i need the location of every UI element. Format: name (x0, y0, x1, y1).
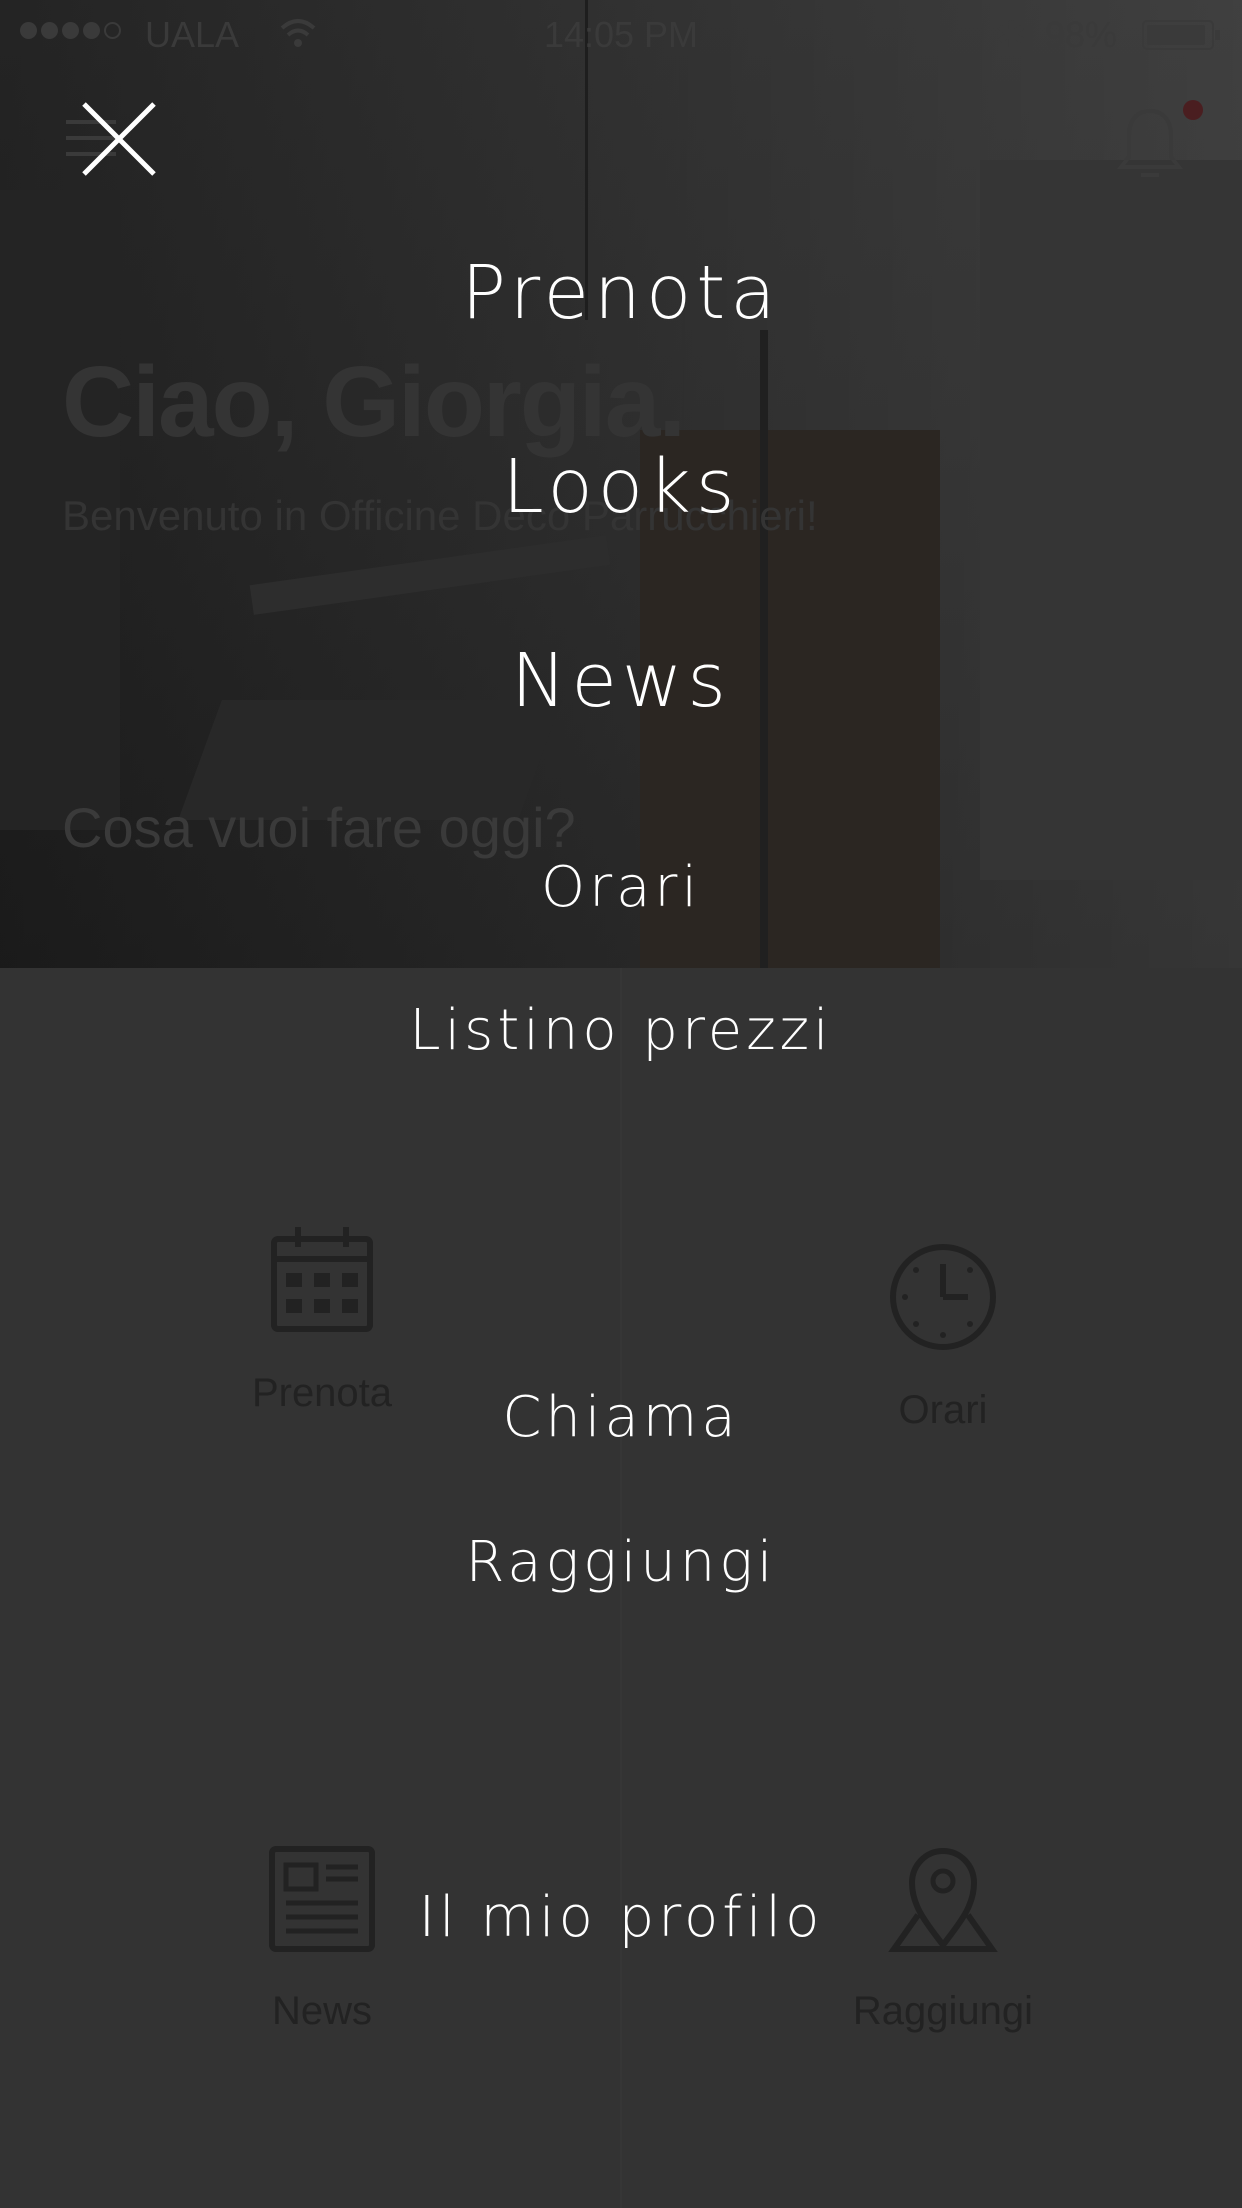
menu-item-orari[interactable]: Orari (0, 855, 1242, 920)
menu-item-chiama[interactable]: Chiama (0, 1385, 1242, 1450)
menu-item-looks[interactable]: Looks (0, 444, 1242, 530)
question-text: Cosa vuoi fare oggi? (62, 796, 576, 859)
menu-item-raggiungi[interactable]: Raggiungi (0, 1530, 1242, 1595)
clock-icon (890, 1244, 996, 1350)
menu-item-listino-prezzi[interactable]: Listino prezzi (0, 998, 1242, 1063)
menu-item-il-mio-profilo[interactable]: Il mio profilo (0, 1885, 1242, 1950)
battery-percent: 98% (1045, 14, 1118, 55)
battery-icon (1142, 20, 1220, 50)
notification-badge (1183, 100, 1203, 120)
tile-label: Raggiungi (852, 1989, 1034, 2033)
menu-item-prenota[interactable]: Prenota (0, 250, 1242, 336)
menu-item-news[interactable]: News (0, 638, 1242, 724)
status-bar: UALA 14:05 PM ✱ 98% (0, 0, 1242, 70)
tile-label: News (271, 1989, 373, 2033)
close-icon[interactable] (80, 100, 160, 180)
notification-bell-icon (1116, 108, 1184, 177)
greeting-heading: Ciao, Giorgia. (62, 346, 686, 458)
hero-photo-shape (249, 535, 611, 615)
calendar-icon (271, 1227, 373, 1332)
bluetooth-icon: ✱ (996, 14, 1027, 55)
